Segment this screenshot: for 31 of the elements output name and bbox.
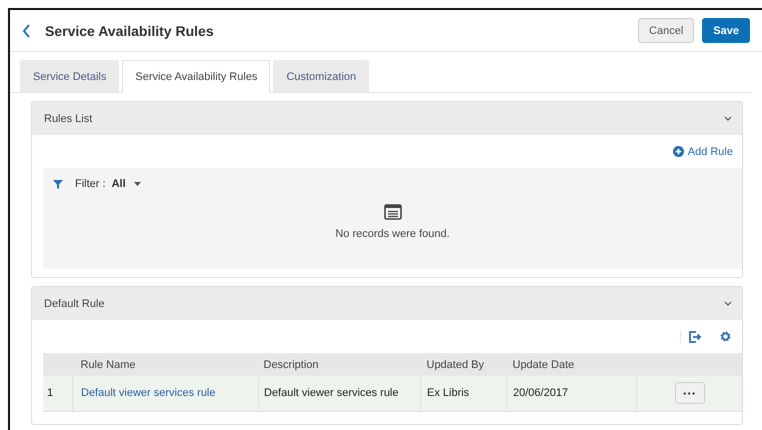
cancel-button[interactable]: Cancel — [638, 18, 694, 43]
settings-icon[interactable] — [720, 331, 731, 342]
export-icon[interactable] — [680, 330, 702, 342]
table-cell: Ex Libris — [427, 387, 470, 400]
add-rule-link[interactable]: Add Rule — [672, 146, 733, 158]
table-cell: 20/06/2017 — [513, 387, 568, 400]
column-header: Update Date — [512, 358, 574, 370]
filter-label: Filter : — [75, 178, 106, 190]
save-button[interactable]: Save — [702, 18, 750, 43]
filter-dropdown[interactable]: All — [112, 178, 141, 190]
page-title: Service Availability Rules — [45, 22, 214, 38]
tab[interactable]: Customization — [273, 60, 370, 92]
panel-title: Rules List — [44, 112, 92, 124]
list-icon — [384, 204, 402, 220]
more-actions-button[interactable]: ··· — [674, 382, 704, 404]
tab[interactable]: Service Availability Rules — [122, 60, 270, 93]
back-icon[interactable] — [22, 24, 31, 38]
panel-title: Default Rule — [44, 298, 105, 310]
chevron-icon[interactable] — [724, 116, 732, 121]
table-cell: Default viewer services rule — [264, 387, 398, 400]
column-header: Updated By — [426, 358, 484, 370]
plus-icon — [672, 146, 684, 157]
tab[interactable]: Service Details — [20, 60, 120, 92]
row-number: 1 — [47, 387, 54, 400]
rule-name-link[interactable]: Default viewer services rule — [81, 387, 216, 400]
caret-icon — [134, 182, 141, 186]
filter-icon[interactable] — [53, 180, 63, 188]
column-header: Description — [264, 358, 319, 370]
chevron-icon[interactable] — [724, 301, 732, 306]
column-header: Rule Name — [80, 358, 136, 370]
empty-message: No records were found. — [335, 228, 450, 240]
